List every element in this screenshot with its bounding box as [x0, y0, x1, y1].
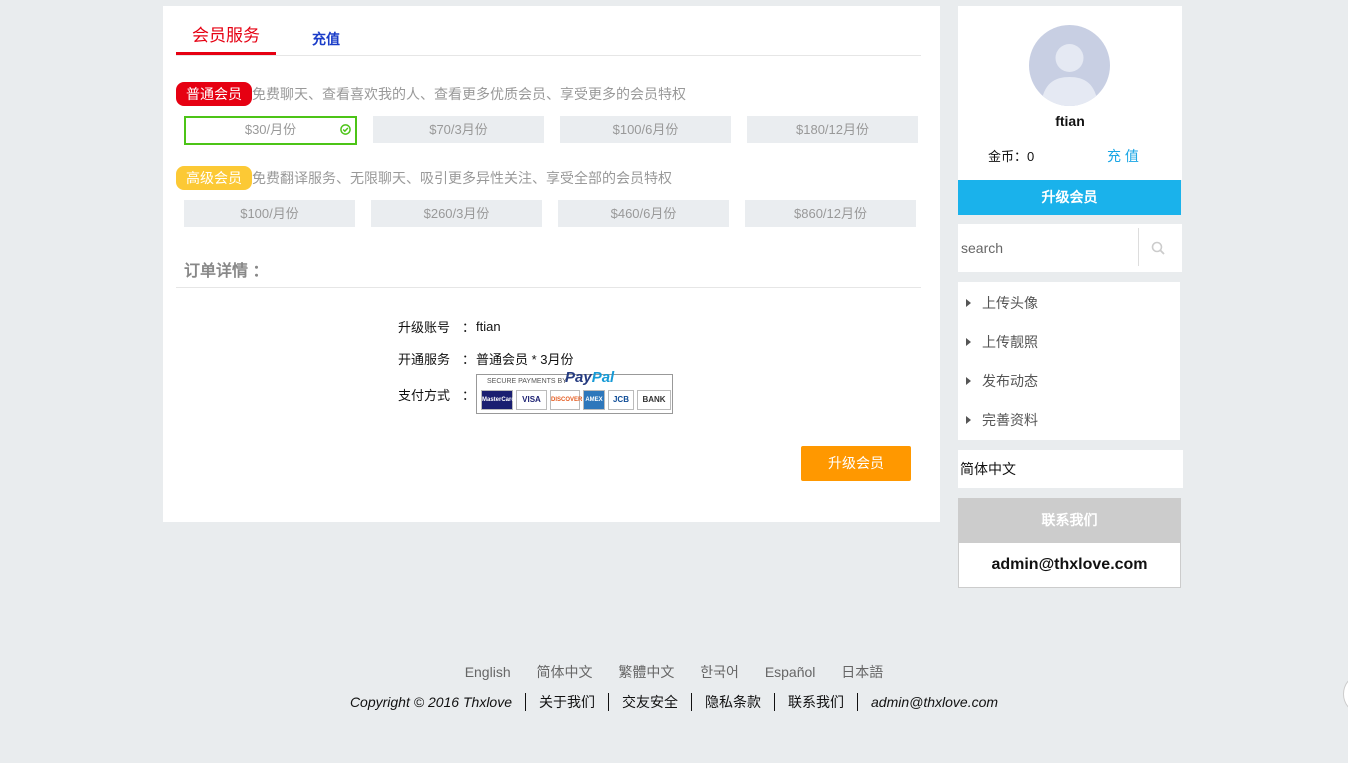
- order-divider: [176, 287, 921, 288]
- tab-bar: 会员服务 充值: [176, 6, 921, 56]
- price-label: $260/3月份: [423, 206, 490, 221]
- separator: ：: [462, 320, 476, 335]
- footer-link-about[interactable]: 关于我们: [526, 693, 610, 711]
- menu-label: 上传头像: [982, 295, 1038, 311]
- user-silhouette-icon: [1041, 44, 1098, 106]
- sidebar-item-complete-profile[interactable]: 完善资料: [966, 410, 1038, 430]
- card-logos: MasterCard VISA DISCOVER AMEX JCB BANK: [481, 390, 671, 410]
- username: ftian: [1055, 113, 1085, 129]
- contact-us-title: 联系我们: [958, 498, 1181, 543]
- upgrade-member-button[interactable]: 升级会员: [801, 446, 911, 481]
- caret-right-icon: [966, 299, 971, 307]
- normal-member-badge: 普通会员: [176, 82, 252, 106]
- order-payment-row: 支付方式 ： SECURE PAYMENTS BY PayPal MasterC…: [398, 369, 673, 414]
- price-option-premium-3m[interactable]: $260/3月份: [371, 200, 542, 227]
- price-option-premium-6m[interactable]: $460/6月份: [558, 200, 729, 227]
- order-account-row: 升级账号 ： ftian: [398, 317, 501, 336]
- language-selector[interactable]: 简体中文: [958, 450, 1183, 488]
- sidebar-upgrade-button[interactable]: 升级会员: [958, 180, 1181, 215]
- premium-tier-description: 免费翻译服务、无限聊天、吸引更多异性关注、享受全部的会员特权: [252, 170, 672, 186]
- price-label: $460/6月份: [610, 206, 677, 221]
- normal-tier-description: 免费聊天、查看喜欢我的人、查看更多优质会员、享受更多的会员特权: [252, 86, 686, 102]
- bank-logo: BANK: [637, 390, 671, 410]
- normal-tier-header: 普通会员 免费聊天、查看喜欢我的人、查看更多优质会员、享受更多的会员特权: [176, 81, 686, 107]
- paypal-tagline: SECURE PAYMENTS BY: [487, 378, 567, 385]
- tab-recharge[interactable]: 充值: [312, 29, 340, 49]
- account-value: ftian: [476, 319, 501, 334]
- sidebar-menu: 上传头像 上传靓照 发布动态 完善资料: [958, 282, 1180, 440]
- footer-lang-english[interactable]: English: [465, 664, 511, 680]
- service-label: 开通服务: [398, 352, 451, 367]
- menu-label: 发布动态: [982, 373, 1038, 389]
- separator: ：: [462, 352, 476, 367]
- search-box: [958, 224, 1182, 272]
- contact-email[interactable]: admin@thxlove.com: [958, 543, 1181, 588]
- footer-lang-traditional-chinese[interactable]: 繁體中文: [618, 664, 674, 680]
- premium-member-badge: 高级会员: [176, 166, 252, 190]
- profile-card: ftian 金币：0 充 值: [958, 6, 1182, 180]
- search-icon[interactable]: [1151, 241, 1165, 255]
- footer-lang-simplified-chinese[interactable]: 简体中文: [537, 664, 593, 680]
- footer-lang-spanish[interactable]: Español: [765, 664, 816, 680]
- price-label: $860/12月份: [794, 206, 867, 221]
- paypal-payment-badge[interactable]: SECURE PAYMENTS BY PayPal MasterCard VIS…: [476, 369, 673, 414]
- separator: ：: [462, 387, 476, 403]
- payment-label: 支付方式: [398, 387, 451, 403]
- order-details-title: 订单详情 ：: [184, 263, 269, 280]
- order-service-row: 开通服务 ： 普通会员 * 3月份: [398, 349, 574, 368]
- coin-balance: 金币：0: [988, 149, 1035, 164]
- price-option-premium-12m[interactable]: $860/12月份: [745, 200, 916, 227]
- footer-email[interactable]: admin@thxlove.com: [858, 693, 1011, 711]
- search-input[interactable]: [958, 224, 1138, 272]
- service-value: 普通会员 * 3月份: [476, 352, 574, 367]
- membership-panel: 会员服务 充值 普通会员 免费聊天、查看喜欢我的人、查看更多优质会员、享受更多的…: [163, 6, 940, 522]
- caret-right-icon: [966, 416, 971, 424]
- footer-languages: English 简体中文 繁體中文 한국어 Español 日本語: [0, 662, 1348, 682]
- tab-membership-services[interactable]: 会员服务: [176, 24, 276, 55]
- check-circle-icon: [340, 124, 351, 135]
- menu-label: 上传靓照: [982, 334, 1038, 350]
- account-label: 升级账号: [398, 320, 451, 335]
- price-option-premium-1m[interactable]: $100/月份: [184, 200, 355, 227]
- amex-logo: AMEX: [583, 390, 605, 410]
- footer-link-safety[interactable]: 交友安全: [609, 693, 693, 711]
- footer-link-privacy[interactable]: 隐私条款: [692, 693, 776, 711]
- paypal-logo: PayPal: [565, 369, 615, 386]
- menu-label: 完善资料: [982, 412, 1038, 428]
- footer-link-contact[interactable]: 联系我们: [775, 693, 859, 711]
- price-option-normal-3m[interactable]: $70/3月份: [373, 116, 544, 143]
- price-option-normal-1m[interactable]: $30/月份: [184, 116, 357, 145]
- sidebar-item-upload-photos[interactable]: 上传靓照: [966, 332, 1038, 352]
- price-label: $100/月份: [240, 206, 299, 221]
- sidebar-item-upload-avatar[interactable]: 上传头像: [966, 293, 1038, 313]
- caret-right-icon: [966, 377, 971, 385]
- visa-logo: VISA: [516, 390, 547, 410]
- premium-tier-header: 高级会员 免费翻译服务、无限聊天、吸引更多异性关注、享受全部的会员特权: [176, 165, 672, 191]
- sidebar-item-post-update[interactable]: 发布动态: [966, 371, 1038, 391]
- caret-right-icon: [966, 338, 971, 346]
- price-label: $70/3月份: [429, 122, 488, 137]
- footer-lang-japanese[interactable]: 日本語: [841, 664, 883, 680]
- price-option-normal-6m[interactable]: $100/6月份: [560, 116, 731, 143]
- price-label: $100/6月份: [612, 122, 679, 137]
- footer-links: Copyright © 2016 Thxlove 关于我们 交友安全 隐私条款 …: [0, 693, 1348, 711]
- price-option-normal-12m[interactable]: $180/12月份: [747, 116, 918, 143]
- jcb-logo: JCB: [608, 390, 634, 410]
- discover-logo: DISCOVER: [550, 390, 582, 410]
- footer-lang-korean[interactable]: 한국어: [700, 664, 739, 680]
- price-label: $30/月份: [244, 122, 297, 137]
- avatar[interactable]: [1029, 25, 1110, 106]
- search-divider: [1138, 228, 1139, 266]
- recharge-link[interactable]: 充 值: [1107, 146, 1139, 166]
- price-label: $180/12月份: [796, 122, 869, 137]
- footer-copyright: Copyright © 2016 Thxlove: [337, 693, 527, 711]
- mastercard-logo: MasterCard: [481, 390, 515, 410]
